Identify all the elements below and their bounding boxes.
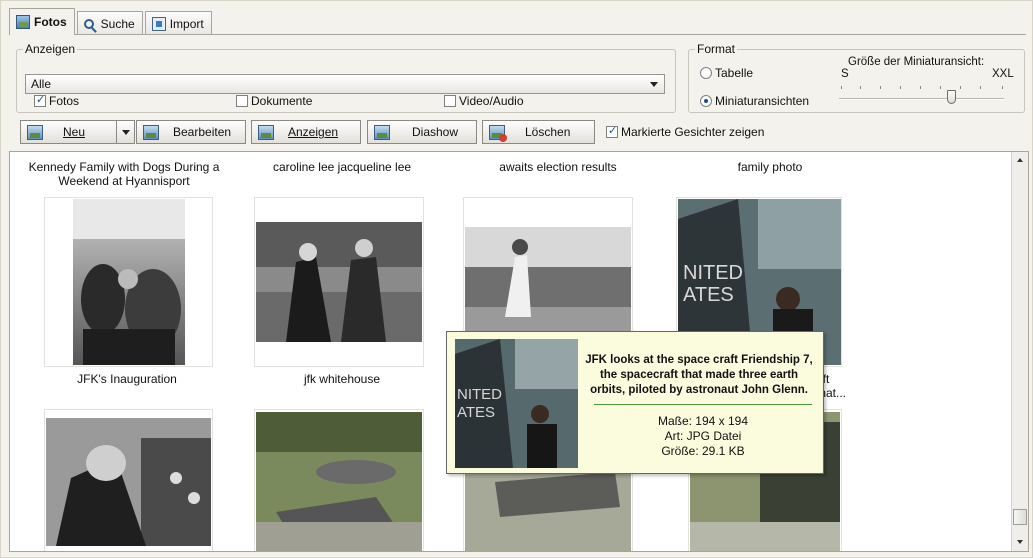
tab-bar: Fotos Suche Import — [9, 8, 214, 35]
photo-icon — [16, 15, 30, 29]
new-button-label: Neu — [63, 125, 86, 139]
filter-fotos-checkbox[interactable]: Fotos — [34, 93, 80, 108]
vertical-scrollbar[interactable] — [1011, 152, 1028, 551]
slider-tick — [880, 86, 881, 89]
thumbnail-caption: JFK's Inauguration — [77, 372, 177, 386]
scrollbar-thumb[interactable] — [1013, 509, 1027, 525]
format-group-label: Format — [695, 42, 738, 56]
tab-divider — [9, 34, 1026, 35]
delete-button-label: Löschen — [525, 125, 571, 139]
format-miniaturansichten-label: Miniaturansichten — [715, 94, 810, 108]
thumbnail-caption: caroline lee jacqueline lee — [272, 160, 412, 174]
show-photo-icon — [258, 124, 274, 140]
thumbnail-size-slider[interactable] — [839, 98, 1004, 100]
tooltip-dimensions: Maße: 194 x 194 — [657, 414, 749, 428]
slider-tick — [980, 86, 981, 89]
tab-suche-label: Suche — [100, 16, 135, 31]
slider-tick — [841, 86, 842, 89]
delete-photo-icon — [489, 124, 507, 142]
tooltip-photo: NITED ATES — [455, 339, 578, 468]
slideshow-icon — [374, 124, 390, 140]
slider-tick — [860, 86, 861, 89]
slider-max-label: XXL — [992, 68, 1014, 80]
checkbox-box[interactable] — [444, 95, 456, 107]
slideshow-button-label: Diashow — [412, 125, 459, 139]
tooltip-type: Art: JPG Datei — [664, 429, 742, 443]
tab-suche[interactable]: Suche — [76, 11, 143, 35]
new-button[interactable]: Neu — [20, 120, 135, 144]
tab-import-label: Import — [169, 16, 204, 31]
show-faces-label: Markierte Gesichter zeigen — [621, 125, 765, 139]
jfk-navy-photo — [46, 417, 211, 546]
search-icon — [83, 18, 94, 29]
show-faces-checkbox[interactable]: Markierte Gesichter zeigen — [606, 124, 765, 139]
scroll-up-arrow[interactable] — [1017, 158, 1023, 162]
election-results-photo — [465, 227, 631, 337]
slider-tick — [900, 86, 901, 89]
slider-min-label: S — [841, 68, 849, 80]
format-tabelle-label: Tabelle — [715, 66, 754, 80]
show-button[interactable]: Anzeigen — [251, 120, 361, 144]
grave-flame-photo — [256, 411, 422, 551]
new-dropdown-arrow[interactable] — [116, 121, 134, 143]
thumbnail-caption: family photo — [737, 160, 803, 174]
thumbnail[interactable] — [44, 409, 213, 551]
thumbnail[interactable] — [254, 197, 424, 367]
tab-fotos[interactable]: Fotos — [9, 8, 75, 35]
radio-circle[interactable] — [700, 95, 712, 107]
thumbnail-caption: jfk whitehouse — [303, 372, 381, 386]
format-miniaturansichten-radio[interactable]: Miniaturansichten — [700, 94, 809, 108]
tooltip-divider — [594, 404, 812, 405]
tab-import[interactable]: Import — [144, 11, 212, 35]
edit-button-label: Bearbeiten — [173, 125, 232, 139]
svg-text:NITED: NITED — [683, 262, 743, 284]
slider-tick — [960, 86, 961, 89]
tab-fotos-label: Fotos — [34, 15, 67, 29]
anzeigen-group: Anzeigen Alle Fotos Dokumente Video/Audi… — [16, 42, 676, 113]
filter-combobox-value: Alle — [31, 77, 52, 91]
slider-thumb[interactable] — [947, 90, 957, 104]
svg-text:NITED: NITED — [457, 386, 502, 403]
radio-circle[interactable] — [700, 67, 712, 79]
edit-button[interactable]: Bearbeiten — [136, 120, 246, 144]
show-button-label: Anzeigen — [288, 125, 339, 139]
thumbnail-caption: Kennedy Family with Dogs During a Weeken… — [28, 160, 220, 188]
new-photo-icon — [27, 124, 43, 140]
scroll-down-arrow[interactable] — [1017, 540, 1023, 544]
filter-combobox[interactable]: Alle — [25, 74, 665, 94]
filter-dokumente-label: Dokumente — [251, 94, 313, 108]
slideshow-button[interactable]: Diashow — [367, 120, 477, 144]
format-tabelle-radio[interactable]: Tabelle — [700, 66, 753, 80]
thumbnail[interactable] — [44, 197, 213, 367]
filter-video-audio-checkbox[interactable]: Video/Audio — [444, 94, 524, 108]
whitehouse-photo — [256, 222, 422, 342]
inauguration-photo — [72, 199, 185, 365]
tooltip-description: JFK looks at the space craft Friendship … — [585, 354, 813, 396]
svg-text:ATES: ATES — [457, 404, 495, 421]
chevron-down-icon — [650, 82, 658, 87]
checkbox-box[interactable] — [606, 124, 618, 138]
format-group: Format Tabelle Miniaturansichten Größe d… — [688, 42, 1025, 113]
import-icon — [151, 16, 166, 31]
checkbox-box[interactable] — [34, 93, 46, 107]
slider-tick — [920, 86, 921, 89]
photo-manager-window: Fotos Suche Import Anzeigen Alle Fotos D… — [0, 0, 1033, 558]
delete-button[interactable]: Löschen — [482, 120, 595, 144]
tooltip-filesize: Größe: 29.1 KB — [661, 444, 745, 458]
edit-photo-icon — [143, 124, 159, 140]
filter-fotos-label: Fotos — [49, 94, 80, 108]
filter-dokumente-checkbox[interactable]: Dokumente — [236, 94, 312, 108]
svg-text:ATES: ATES — [683, 284, 734, 306]
slider-tick — [1002, 86, 1003, 89]
anzeigen-group-label: Anzeigen — [23, 42, 78, 56]
checkbox-box[interactable] — [236, 95, 248, 107]
tooltip-meta: Maße: 194 x 194 Art: JPG Datei Größe: 29… — [594, 414, 812, 459]
thumbnail-caption: awaits election results — [499, 160, 617, 174]
filter-video-audio-label: Video/Audio — [459, 94, 524, 108]
slider-title: Größe der Miniaturansicht: — [848, 56, 985, 68]
photo-tooltip: NITED ATES JFK looks at the space craft … — [446, 331, 824, 474]
thumbnail[interactable] — [254, 409, 424, 551]
slider-tick — [940, 86, 941, 89]
